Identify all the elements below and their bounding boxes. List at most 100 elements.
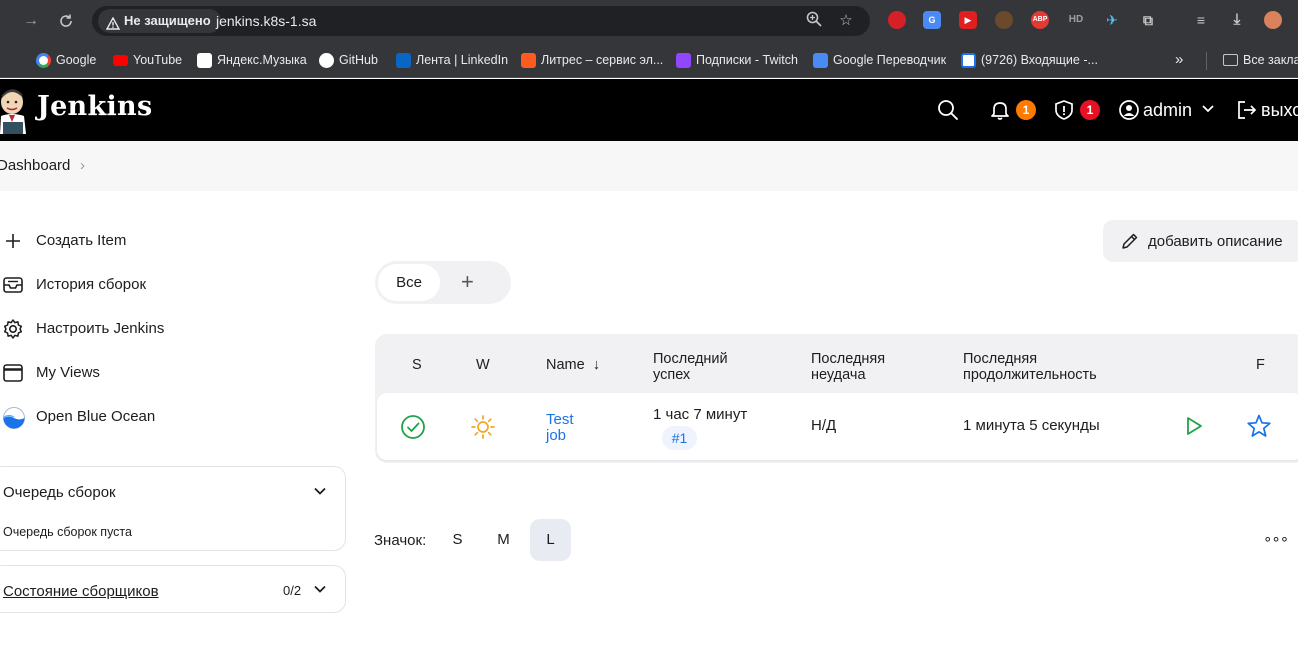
extension-blue-icon[interactable]: ✈ [1103, 11, 1121, 29]
column-header-weather[interactable]: W [476, 357, 490, 373]
task-open-blue-ocean[interactable]: Open Blue Ocean [0, 403, 300, 433]
play-build-icon[interactable] [1183, 415, 1205, 442]
column-header-last-duration[interactable]: Последняя продолжительность [963, 351, 1097, 383]
column-header-last-success[interactable]: Последний успех [653, 351, 728, 383]
jobs-table: S W Name ↓ Последний успех Последняя неуда… [375, 334, 1298, 463]
folder-icon [1223, 54, 1238, 66]
bookmarks-divider [1206, 52, 1207, 70]
task-label: My Views [36, 364, 100, 381]
plus-icon [2, 230, 24, 252]
executors-count: 0/2 [283, 583, 302, 598]
column-header-last-failure[interactable]: Последняя неудача [811, 351, 885, 383]
favorite-star-icon[interactable] [1246, 413, 1272, 444]
notifications-bell-icon[interactable] [989, 99, 1011, 121]
task-build-history[interactable]: История сборок [0, 271, 300, 301]
task-new-item[interactable]: Создать Item [0, 227, 300, 257]
reload-icon[interactable] [55, 10, 77, 32]
build-queue-chevron-down-icon[interactable] [313, 484, 327, 498]
url-text[interactable]: jenkins.k8s-1.sa [216, 6, 316, 36]
user-name[interactable]: admin [1143, 98, 1192, 122]
column-header-favorite[interactable]: F [1256, 357, 1265, 373]
notifications-badge: 1 [1016, 100, 1036, 120]
bookmarks-overflow-button[interactable]: » [1175, 50, 1183, 70]
executors-title[interactable]: Состояние сборщиков [3, 583, 159, 600]
breadcrumb-dashboard[interactable]: Dashboard [0, 157, 70, 174]
google-icon [36, 53, 51, 68]
security-label: Не защищено [124, 13, 211, 28]
add-description-button[interactable]: добавить описание [1103, 220, 1298, 262]
bookmark-google-translate[interactable]: Google Переводчик [813, 50, 946, 70]
weather-sunny-icon[interactable] [470, 414, 496, 445]
logout-link[interactable]: выхо [1261, 98, 1298, 122]
icon-size-l-button[interactable]: L [530, 519, 571, 561]
address-bar[interactable]: Не защищено jenkins.k8s-1.sa ☆ [92, 6, 870, 36]
search-icon[interactable] [937, 99, 959, 121]
task-label: История сборок [36, 276, 147, 293]
adblock-extension-icon[interactable]: ABP [1031, 11, 1049, 29]
security-indicator[interactable]: Не защищено [98, 9, 221, 33]
hd-extension-icon[interactable]: HD [1067, 11, 1085, 29]
zoom-icon[interactable] [804, 11, 824, 31]
jenkins-logo-icon[interactable] [0, 86, 30, 134]
add-description-label: добавить описание [1148, 233, 1283, 250]
executors-chevron-down-icon[interactable] [313, 582, 327, 596]
extensions-puzzle-icon[interactable]: ⧉ [1139, 11, 1157, 29]
bookmarks-bar: Google YouTube Яндекс.Музыка GitHub Лент… [0, 42, 1298, 78]
build-queue-title[interactable]: Очередь сборок [3, 484, 116, 501]
security-shield-icon[interactable] [1053, 99, 1075, 121]
bookmark-linkedin[interactable]: Лента | LinkedIn [396, 50, 508, 70]
user-avatar-icon[interactable] [1118, 99, 1140, 121]
all-bookmarks-folder[interactable]: Все закла [1223, 50, 1298, 70]
window-icon [2, 362, 24, 384]
executors-panel: Состояние сборщиков 0/2 [0, 565, 346, 613]
forward-icon[interactable]: → [20, 10, 42, 32]
bookmark-yandex-music[interactable]: Яндекс.Музыка [197, 50, 307, 70]
tab-all[interactable]: Все [378, 264, 440, 301]
jenkins-header: Jenkins 1 1 admin выхо [0, 79, 1298, 141]
breadcrumb-chevron-icon[interactable]: › [80, 157, 85, 174]
more-options-icon[interactable]: ∘∘∘ [1263, 530, 1289, 548]
profile-avatar[interactable] [1264, 11, 1282, 29]
column-header-name[interactable]: Name ↓ [546, 357, 600, 373]
column-header-status[interactable]: S [412, 357, 422, 373]
bookmark-star-icon[interactable]: ☆ [836, 11, 856, 31]
inbox-icon [2, 274, 24, 296]
last-success-time: 1 час 7 минут [653, 406, 748, 423]
build-success-icon[interactable] [400, 414, 426, 445]
add-view-button[interactable]: + [461, 270, 474, 294]
build-number-link[interactable]: #1 [662, 426, 697, 450]
table-row: Test job 1 час 7 минут #1 Н/Д 1 минута 5 … [377, 393, 1298, 460]
media-control-icon[interactable]: ≡ [1192, 11, 1210, 29]
bookmark-litres[interactable]: Литрес – сервис эл... [521, 50, 663, 70]
bookmark-google[interactable]: Google [36, 50, 96, 70]
litres-icon [521, 53, 536, 68]
extension-red-icon[interactable] [888, 11, 906, 29]
breadcrumb: Dashboard › [0, 141, 1298, 191]
jenkins-brand[interactable]: Jenkins [37, 91, 152, 122]
logout-icon[interactable] [1236, 99, 1258, 121]
bookmark-inbox[interactable]: (9726) Входящие -... [961, 50, 1098, 70]
bookmark-youtube[interactable]: YouTube [113, 50, 182, 70]
download-icon[interactable]: ⤓ [1228, 11, 1246, 29]
icon-size-s-button[interactable]: S [437, 519, 478, 561]
translate-extension-icon[interactable]: G [923, 11, 941, 29]
youtube-extension-icon[interactable]: ▶ [959, 11, 977, 29]
security-badge: 1 [1080, 100, 1100, 120]
icon-size-m-button[interactable]: M [483, 519, 524, 561]
build-queue-panel: Очередь сборок Очередь сборок пуста [0, 466, 346, 551]
user-chevron-down-icon[interactable] [1201, 101, 1223, 123]
github-icon [319, 53, 334, 68]
extension-brown-icon[interactable] [995, 11, 1013, 29]
task-manage-jenkins[interactable]: Настроить Jenkins [0, 315, 300, 345]
gear-icon [2, 318, 24, 340]
job-name-link[interactable]: Test job [546, 412, 574, 444]
task-label: Open Blue Ocean [36, 408, 156, 425]
task-label: Создать Item [36, 232, 127, 249]
pencil-icon [1120, 231, 1140, 251]
last-duration-value: 1 минута 5 секунды [963, 417, 1100, 434]
task-my-views[interactable]: My Views [0, 359, 300, 389]
blue-ocean-icon [2, 406, 25, 429]
bookmark-github[interactable]: GitHub [319, 50, 378, 70]
bookmark-twitch[interactable]: Подписки - Twitch [676, 50, 798, 70]
yandex-music-icon [197, 53, 212, 68]
